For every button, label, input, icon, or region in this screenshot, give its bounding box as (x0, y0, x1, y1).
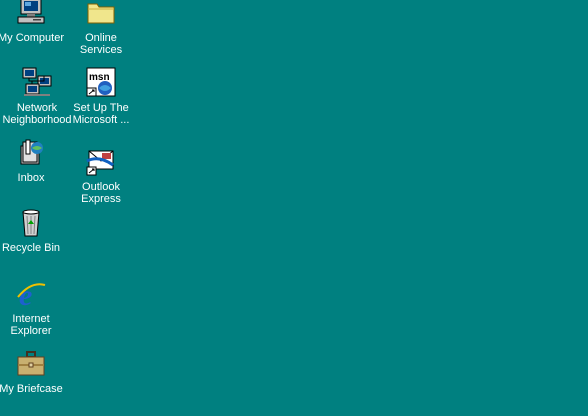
outlook-express-icon (85, 145, 117, 177)
inbox-icon (15, 136, 47, 168)
desktop-icon-label: Inbox (17, 172, 45, 184)
folder-icon (85, 0, 117, 28)
desktop-icon-set-up-msn[interactable]: msn Set Up The Microsoft ... (65, 66, 137, 126)
network-icon (21, 66, 53, 98)
desktop-icon-label: Recycle Bin (1, 242, 61, 254)
desktop: My Computer Online Services Network Neig… (0, 0, 588, 416)
desktop-icon-label: Network Neighborhood (2, 102, 72, 126)
desktop-icon-label: Set Up The Microsoft ... (72, 102, 130, 126)
desktop-icon-recycle-bin[interactable]: Recycle Bin (0, 206, 67, 254)
desktop-icon-label: My Briefcase (0, 383, 63, 395)
recycle-bin-icon (15, 206, 47, 238)
desktop-icon-online-services[interactable]: Online Services (65, 0, 137, 56)
internet-explorer-icon: e (15, 277, 47, 309)
desktop-icon-label: Internet Explorer (10, 313, 52, 337)
desktop-icon-label: My Computer (0, 32, 65, 44)
desktop-icon-label: Online Services (79, 32, 123, 56)
msn-shortcut-icon: msn (85, 66, 117, 98)
desktop-icon-network-neighborhood[interactable]: Network Neighborhood (1, 66, 73, 126)
desktop-icon-outlook-express[interactable]: Outlook Express (65, 145, 137, 205)
desktop-icon-my-computer[interactable]: My Computer (0, 0, 67, 44)
briefcase-icon (15, 347, 47, 379)
desktop-icon-inbox[interactable]: Inbox (0, 136, 67, 184)
desktop-icon-label: Outlook Express (81, 181, 121, 205)
desktop-icon-internet-explorer[interactable]: e Internet Explorer (0, 277, 67, 337)
desktop-icon-my-briefcase[interactable]: My Briefcase (0, 347, 67, 395)
computer-icon (15, 0, 47, 28)
